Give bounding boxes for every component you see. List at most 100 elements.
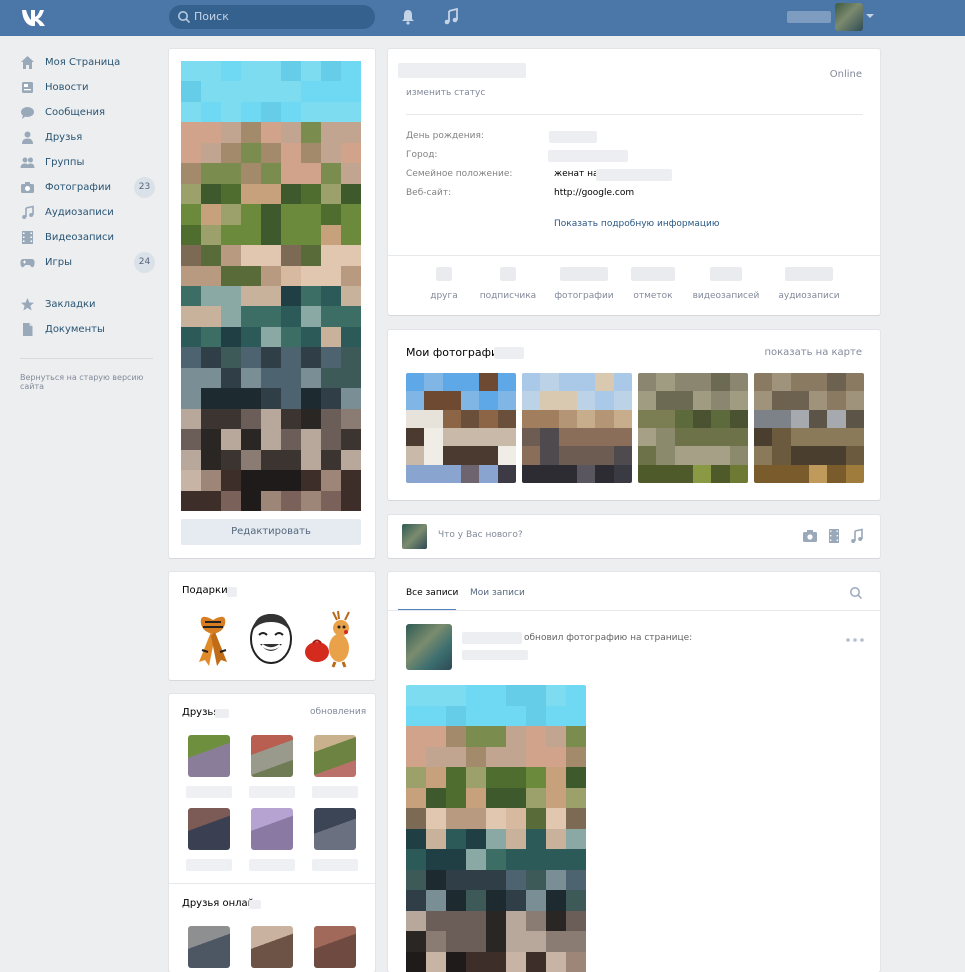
meme-face-gift-icon[interactable] [247, 608, 295, 668]
bell-icon[interactable] [399, 8, 417, 26]
friend-name[interactable] [312, 859, 358, 871]
avatar-card: Редактировать [169, 49, 375, 558]
deer-gift-icon[interactable] [303, 610, 359, 668]
sidebar-item-label: Новости [45, 82, 89, 93]
photo-thumbnail[interactable] [522, 373, 632, 483]
new-post-box: Что у Вас нового? [388, 515, 880, 558]
info-divider [406, 114, 863, 115]
sidebar-item-label: Группы [45, 157, 85, 168]
music-icon [22, 205, 34, 219]
counter-audio[interactable]: аудиозаписи [769, 267, 849, 301]
profile-name [398, 63, 526, 78]
counter-number [560, 267, 608, 281]
search-icon[interactable] [849, 586, 863, 600]
header-user-name[interactable] [787, 11, 831, 23]
my-photos-title[interactable]: Мои фотографии [406, 346, 505, 359]
more-options-icon[interactable] [846, 638, 864, 642]
search-input[interactable]: Поиск [169, 5, 375, 29]
birthday-value[interactable] [549, 131, 597, 143]
post-action-text: обновил фотографию на странице: [524, 633, 693, 643]
sidebar-nav: Моя Страница Новости Сообщения Друзья Гр… [20, 50, 155, 391]
photo-thumbnail[interactable] [754, 373, 864, 483]
music-icon[interactable] [850, 528, 864, 544]
header-avatar[interactable] [835, 3, 863, 31]
post-author-avatar[interactable] [406, 624, 452, 670]
friend-avatar[interactable] [188, 808, 230, 850]
friend-online-avatar[interactable] [314, 926, 356, 968]
home-icon [21, 56, 34, 69]
gifts-title[interactable]: Подарки [182, 585, 228, 596]
website-link[interactable]: http://google.com [554, 188, 754, 198]
counter-followers[interactable]: подписчика [468, 267, 548, 301]
friend-online-avatar[interactable] [188, 926, 230, 968]
chevron-down-icon[interactable] [866, 14, 874, 18]
vk-logo-icon [22, 10, 45, 26]
sidebar-item-label: Документы [45, 324, 105, 335]
sidebar-item-games[interactable]: Игры 24 [20, 250, 155, 275]
sidebar-item-news[interactable]: Новости [20, 75, 155, 100]
profile-info-card: Online изменить статус День рождения: Го… [388, 49, 880, 315]
sidebar-item-video[interactable]: Видеозаписи [20, 225, 155, 250]
sidebar-item-groups[interactable]: Группы [20, 150, 155, 175]
tab-my-posts[interactable]: Мои записи [470, 588, 525, 598]
friends-online-count [249, 900, 261, 909]
post-photo[interactable] [406, 685, 586, 972]
sidebar-item-photos[interactable]: Фотографии 23 [20, 175, 155, 200]
ribbon-gift-icon[interactable] [189, 610, 237, 668]
post-input[interactable]: Что у Вас нового? [438, 530, 523, 540]
photos-count [494, 347, 524, 359]
sidebar-item-friends[interactable]: Друзья [20, 125, 155, 150]
music-icon[interactable] [442, 8, 460, 26]
counters-divider [388, 255, 880, 256]
friend-name[interactable] [186, 859, 232, 871]
spouse-name[interactable] [596, 169, 672, 181]
friend-online-avatar[interactable] [251, 926, 293, 968]
counter-photos[interactable]: фотографии [544, 267, 624, 301]
friend-avatar[interactable] [314, 735, 356, 777]
friend-name[interactable] [312, 786, 358, 798]
sidebar-item-label: Видеозаписи [45, 232, 115, 243]
change-status-link[interactable]: изменить статус [406, 88, 485, 98]
sidebar-item-audio[interactable]: Аудиозаписи [20, 200, 155, 225]
post-author-name[interactable] [462, 632, 522, 644]
video-icon[interactable] [828, 528, 840, 544]
friends-title[interactable]: Друзья [182, 707, 219, 718]
friend-name[interactable] [186, 786, 232, 798]
friend-icon [22, 131, 33, 144]
friend-name[interactable] [249, 786, 295, 798]
friend-avatar[interactable] [314, 808, 356, 850]
sidebar-divider [20, 358, 153, 359]
profile-photo[interactable] [181, 61, 361, 511]
counter-tags[interactable]: отметок [613, 267, 693, 301]
edit-profile-button[interactable]: Редактировать [181, 519, 361, 545]
sidebar-item-documents[interactable]: Документы [20, 317, 155, 342]
post-date[interactable] [462, 650, 528, 660]
friend-name[interactable] [249, 859, 295, 871]
friend-avatar[interactable] [188, 735, 230, 777]
counter-videos[interactable]: видеозаписей [686, 267, 766, 301]
old-version-link[interactable]: Вернуться на старую версию сайта [20, 373, 155, 391]
video-icon [22, 231, 33, 244]
info-key: Семейное положение: [406, 169, 513, 179]
friend-avatar[interactable] [251, 735, 293, 777]
sidebar-item-my-page[interactable]: Моя Страница [20, 50, 155, 75]
show-on-map-link[interactable]: показать на карте [764, 347, 862, 358]
document-icon [23, 323, 33, 336]
gifts-card: Подарки [169, 572, 375, 680]
tab-all-posts[interactable]: Все записи [406, 588, 458, 598]
sidebar-item-bookmarks[interactable]: Закладки [20, 292, 155, 317]
friends-updates-link[interactable]: обновления [310, 707, 366, 717]
sidebar-item-messages[interactable]: Сообщения [20, 100, 155, 125]
camera-icon[interactable] [802, 529, 818, 543]
vk-logo[interactable] [20, 7, 52, 27]
sidebar-item-label: Аудиозаписи [45, 207, 114, 218]
my-photos-card: Мои фотографии показать на карте [388, 330, 880, 500]
friends-card: Друзья обновления Друзья онлайн [169, 694, 375, 972]
photo-thumbnail[interactable] [638, 373, 748, 483]
counter-label: видеозаписей [692, 291, 760, 301]
info-key: День рождения: [406, 131, 484, 141]
photo-thumbnail[interactable] [406, 373, 516, 483]
show-more-info-link[interactable]: Показать подробную информацию [554, 219, 719, 229]
friend-avatar[interactable] [251, 808, 293, 850]
city-value[interactable] [548, 150, 628, 162]
